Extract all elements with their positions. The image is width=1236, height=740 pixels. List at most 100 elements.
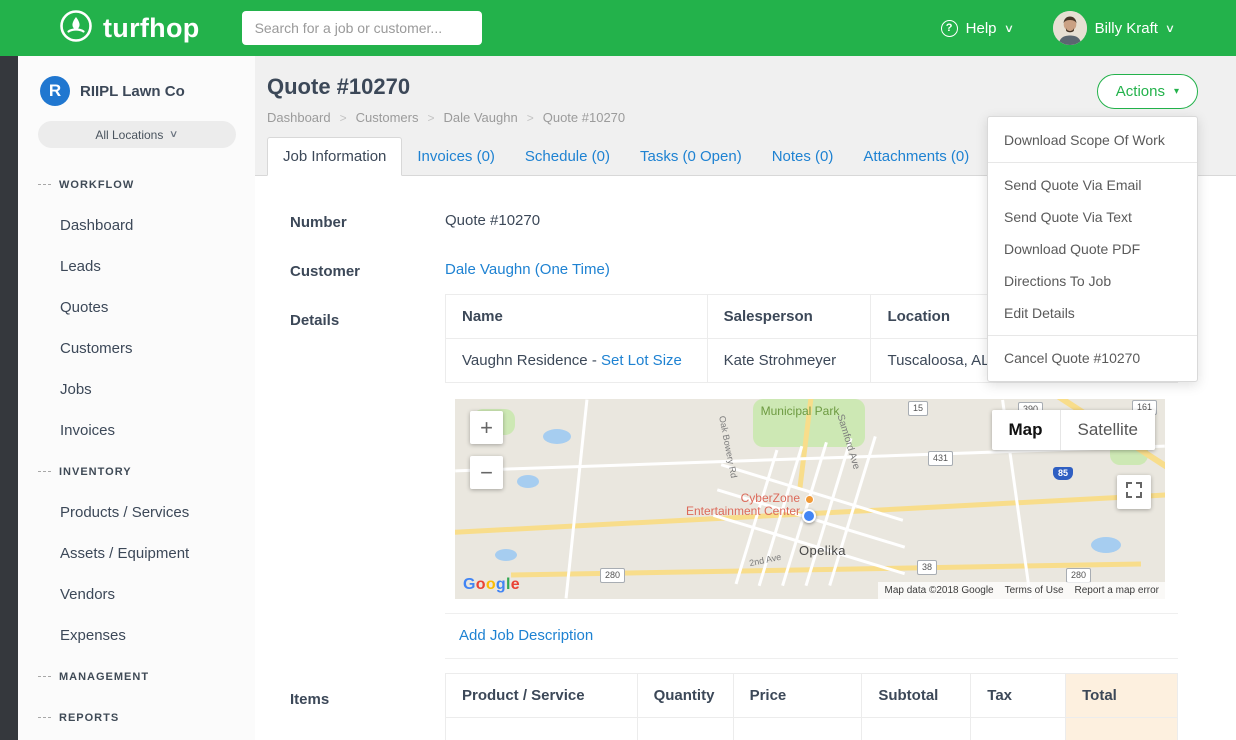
page-header: Quote #10270 Dashboard > Customers > Dal…: [255, 56, 1236, 137]
terms-of-use-link[interactable]: Terms of Use: [1005, 585, 1064, 596]
job-location-marker-icon[interactable]: [802, 509, 816, 523]
help-icon: ?: [941, 20, 958, 37]
details-label: Details: [290, 310, 445, 659]
actions-button[interactable]: Actions ▾: [1097, 74, 1198, 109]
route-shield-431: 431: [928, 451, 953, 466]
actions-dropdown: Download Scope Of Work Send Quote Via Em…: [987, 116, 1198, 382]
fullscreen-button[interactable]: [1117, 475, 1151, 509]
route-shield-280: 280: [1066, 568, 1091, 583]
menu-item-directions-to-job[interactable]: Directions To Job: [988, 265, 1197, 297]
zoom-in-button[interactable]: +: [470, 411, 503, 444]
salesperson-value: Kate Strohmeyer: [707, 339, 871, 383]
main-content: Quote #10270 Dashboard > Customers > Dal…: [255, 56, 1236, 740]
tab-notes[interactable]: Notes (0): [757, 138, 849, 175]
nav-section-management[interactable]: MANAGEMENT: [18, 656, 255, 697]
tab-job-information[interactable]: Job Information: [267, 137, 402, 176]
nav-section-reports[interactable]: REPORTS: [18, 697, 255, 738]
tab-schedule[interactable]: Schedule (0): [510, 138, 625, 175]
interstate-shield-85: 85: [1053, 467, 1073, 480]
map-type-control: Map Satellite: [992, 410, 1155, 450]
route-shield-38: 38: [917, 560, 937, 575]
sidebar-nav: WORKFLOW Dashboard Leads Quotes Customer…: [18, 164, 255, 738]
menu-divider: [988, 162, 1197, 163]
sidebar-item-quotes[interactable]: Quotes: [18, 287, 255, 328]
google-logo[interactable]: Google: [463, 576, 520, 594]
help-menu[interactable]: ? Help ∨: [941, 20, 1013, 37]
menu-item-download-scope-of-work[interactable]: Download Scope Of Work: [988, 124, 1197, 156]
sidebar: R RIIPL Lawn Co All Locations ∨ WORKFLOW…: [0, 56, 255, 740]
chevron-down-icon: ∨: [169, 129, 179, 140]
items-table-row: [446, 718, 1178, 740]
help-label: Help: [966, 20, 997, 37]
sidebar-item-dashboard[interactable]: Dashboard: [18, 205, 255, 246]
set-lot-size-link[interactable]: Set Lot Size: [601, 352, 682, 369]
map-label-municipal-park: Municipal Park: [755, 405, 845, 418]
number-value: Quote #10270: [445, 212, 540, 231]
global-search-input[interactable]: [242, 11, 482, 45]
chevron-down-icon: ∨: [1165, 22, 1175, 35]
sidebar-item-jobs[interactable]: Jobs: [18, 369, 255, 410]
tree-dash-icon: [38, 184, 51, 185]
sidebar-item-expenses[interactable]: Expenses: [18, 615, 255, 656]
details-header-name: Name: [446, 295, 708, 339]
brand-name: turfhop: [103, 13, 200, 44]
breadcrumb-dashboard[interactable]: Dashboard: [267, 110, 331, 125]
turfhop-logo-icon: [58, 8, 94, 49]
map-label-cyberzone: CyberZone Entertainment Center: [648, 492, 800, 518]
topbar-right: ? Help ∨ Billy Kraft ∨: [941, 11, 1236, 45]
actions-button-label: Actions: [1116, 83, 1165, 100]
items-header-subtotal: Subtotal: [862, 674, 971, 718]
tree-dash-icon: [38, 471, 51, 472]
map-water: [517, 475, 539, 488]
menu-item-edit-details[interactable]: Edit Details: [988, 297, 1197, 329]
items-header-price: Price: [733, 674, 862, 718]
breadcrumb-separator: >: [527, 111, 534, 125]
user-name: Billy Kraft: [1095, 20, 1158, 37]
sidebar-item-invoices[interactable]: Invoices: [18, 410, 255, 451]
breadcrumb-separator: >: [427, 111, 434, 125]
tab-invoices[interactable]: Invoices (0): [402, 138, 510, 175]
report-map-error-link[interactable]: Report a map error: [1075, 585, 1159, 596]
sidebar-rail: [0, 56, 18, 740]
items-header-tax: Tax: [971, 674, 1066, 718]
fullscreen-icon: [1126, 482, 1142, 503]
locations-selector[interactable]: All Locations ∨: [38, 121, 236, 148]
company-switcher[interactable]: R RIIPL Lawn Co: [18, 56, 255, 106]
menu-item-send-quote-email[interactable]: Send Quote Via Email: [988, 169, 1197, 201]
locations-label: All Locations: [95, 128, 163, 142]
nav-section-workflow[interactable]: WORKFLOW: [18, 164, 255, 205]
map-canvas[interactable]: Municipal Park 15 390 161 431 85 38 280 …: [455, 399, 1165, 599]
menu-item-download-quote-pdf[interactable]: Download Quote PDF: [988, 233, 1197, 265]
tab-tasks[interactable]: Tasks (0 Open): [625, 138, 757, 175]
menu-item-cancel-quote[interactable]: Cancel Quote #10270: [988, 342, 1197, 374]
map-type-map-button[interactable]: Map: [992, 410, 1060, 450]
map-type-satellite-button[interactable]: Satellite: [1060, 410, 1155, 450]
page-title: Quote #10270: [267, 74, 1236, 100]
breadcrumb-customer-name[interactable]: Dale Vaughn: [444, 110, 518, 125]
breadcrumb-current: Quote #10270: [543, 110, 625, 125]
items-header-product-service: Product / Service: [446, 674, 638, 718]
sidebar-item-vendors[interactable]: Vendors: [18, 574, 255, 615]
add-job-description-link[interactable]: Add Job Description: [459, 627, 593, 644]
map-label-oak-bowery: Oak Bowery Rd: [717, 415, 739, 479]
nav-section-inventory[interactable]: INVENTORY: [18, 451, 255, 492]
sidebar-item-customers[interactable]: Customers: [18, 328, 255, 369]
breadcrumb-customers[interactable]: Customers: [356, 110, 419, 125]
poi-marker-icon: [805, 495, 814, 504]
menu-item-send-quote-text[interactable]: Send Quote Via Text: [988, 201, 1197, 233]
sidebar-item-assets-equipment[interactable]: Assets / Equipment: [18, 533, 255, 574]
map-water: [543, 429, 571, 444]
user-menu[interactable]: Billy Kraft ∨: [1053, 11, 1174, 45]
map-water: [495, 549, 517, 561]
zoom-out-button[interactable]: −: [470, 456, 503, 489]
map-water: [1091, 537, 1121, 553]
customer-type-link[interactable]: (One Time): [535, 261, 610, 278]
sidebar-item-products-services[interactable]: Products / Services: [18, 492, 255, 533]
company-logo-icon: R: [40, 76, 70, 106]
sidebar-item-leads[interactable]: Leads: [18, 246, 255, 287]
company-name: RIIPL Lawn Co: [80, 83, 185, 100]
customer-name-link[interactable]: Dale Vaughn: [445, 261, 531, 278]
brand-home-link[interactable]: turfhop: [0, 8, 200, 49]
items-label: Items: [290, 689, 445, 740]
tab-attachments[interactable]: Attachments (0): [848, 138, 984, 175]
